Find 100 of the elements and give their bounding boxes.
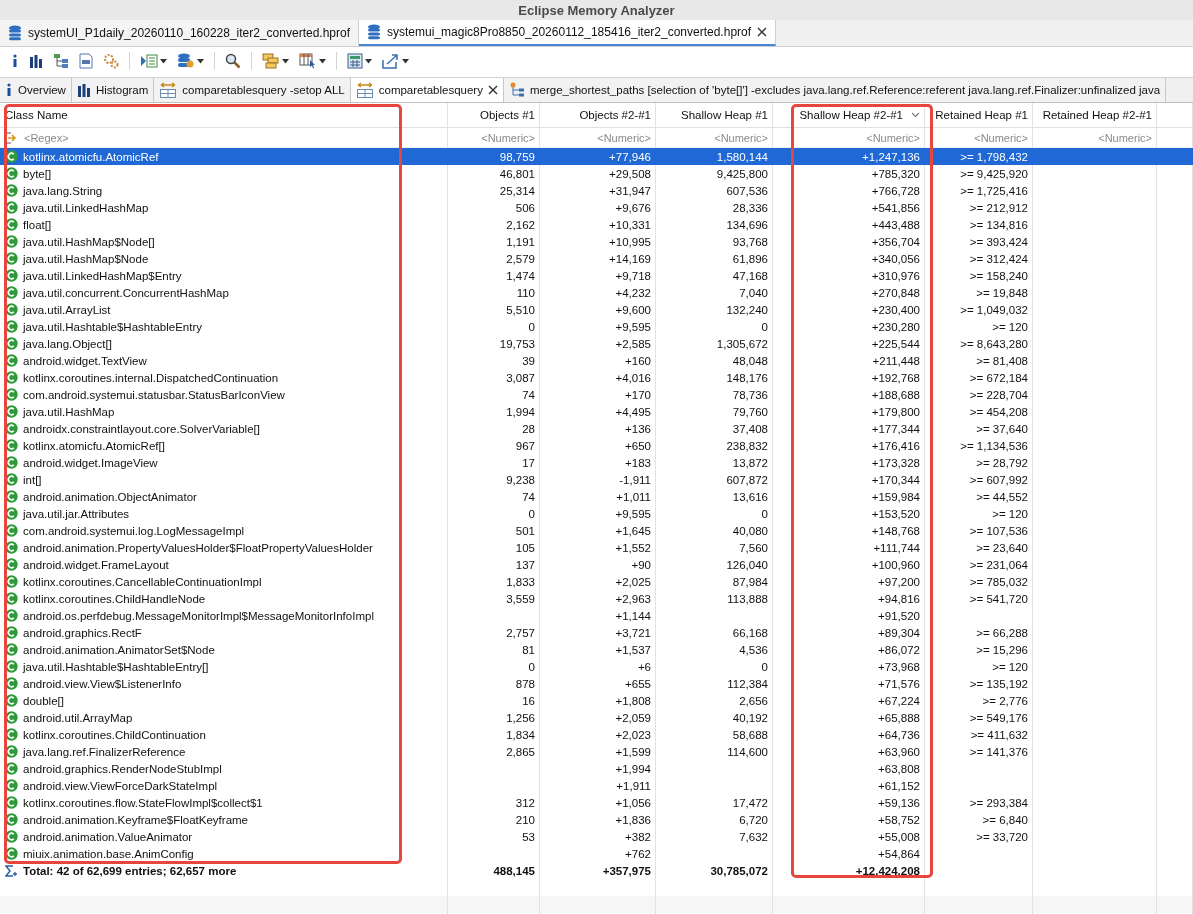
table-row[interactable]: java.util.Hashtable$HashtableEntry 0 +9,595 0 +230,280 >= 120 <box>0 318 1193 335</box>
table-row[interactable]: android.widget.ImageView 17 +183 13,872 +173,328 >= 28,792 <box>0 454 1193 471</box>
table-row[interactable]: java.util.Hashtable$HashtableEntry[] 0 +6 0 +73,968 >= 120 <box>0 658 1193 675</box>
close-icon[interactable] <box>487 85 498 95</box>
class-icon <box>5 303 18 316</box>
sum-icon <box>5 864 18 877</box>
table-cell: +1,836 <box>615 813 651 826</box>
table-row[interactable]: android.animation.PropertyValuesHolder$FloatPropertyValuesHolder 105 +1,552 7,560 +111,744 >= 23,640 <box>0 539 1193 556</box>
caret-icon[interactable] <box>365 58 372 64</box>
editor-tab[interactable]: systemUI_P1daily_20260110_160228_iter2_converted.hprof <box>0 20 359 46</box>
table-row[interactable]: java.util.jar.Attributes 0 +9,595 0 +153,520 >= 120 <box>0 505 1193 522</box>
search-icon[interactable] <box>225 53 241 69</box>
table-row[interactable]: android.animation.ObjectAnimator 74 +1,011 13,616 +159,984 >= 44,552 <box>0 488 1193 505</box>
table-row[interactable]: kotlinx.coroutines.internal.DispatchedContinuation 3,087 +4,016 148,176 +192,768 >= 672,184 <box>0 369 1193 386</box>
database-gear-icon[interactable] <box>177 53 195 69</box>
table-row[interactable]: android.widget.FrameLayout 137 +90 126,040 +100,960 >= 231,064 <box>0 556 1193 573</box>
table-cell: +230,400 <box>871 303 920 316</box>
filter-icon[interactable] <box>5 131 19 144</box>
caret-icon[interactable] <box>402 58 409 64</box>
table-cell: +160 <box>625 354 651 367</box>
table-row[interactable]: miuix.animation.base.AnimConfig +762 +54,864 <box>0 845 1193 862</box>
column-header[interactable]: Retained Heap #2-#1 <box>1033 103 1157 127</box>
table-cell: +61,152 <box>878 779 920 792</box>
table-row[interactable]: java.lang.Object[] 19,753 +2,585 1,305,672 +225,544 >= 8,643,280 <box>0 335 1193 352</box>
caret-icon[interactable] <box>160 58 167 64</box>
table-cell: +1,599 <box>615 745 651 758</box>
table-row[interactable]: java.lang.String 25,314 +31,947 607,536 +766,728 >= 1,725,416 <box>0 182 1193 199</box>
export-icon[interactable] <box>382 53 400 69</box>
table-row[interactable]: java.util.concurrent.ConcurrentHashMap 110 +4,232 7,040 +270,848 >= 19,848 <box>0 284 1193 301</box>
column-header[interactable]: Objects #1 <box>448 103 540 127</box>
table-row[interactable]: android.view.ViewForceDarkStateImpl +1,911 +61,152 <box>0 777 1193 794</box>
table-row[interactable]: androidx.constraintlayout.core.SolverVariable[] 28 +136 37,408 +177,344 >= 37,640 <box>0 420 1193 437</box>
table-row[interactable]: android.widget.TextView 39 +160 48,048 +211,448 >= 81,408 <box>0 352 1193 369</box>
table-row[interactable]: java.util.HashMap$Node 2,579 +14,169 61,896 +340,056 >= 312,424 <box>0 250 1193 267</box>
info-icon[interactable] <box>11 54 19 68</box>
caret-icon[interactable] <box>319 58 326 64</box>
table-row[interactable]: java.lang.ref.FinalizerReference 2,865 +1,599 114,600 +63,960 >= 141,376 <box>0 743 1193 760</box>
filter-field[interactable]: <Numeric> <box>1098 131 1152 144</box>
table-row[interactable]: java.util.HashMap$Node[] 1,191 +10,995 93,768 +356,704 >= 393,424 <box>0 233 1193 250</box>
table-row[interactable]: kotlinx.coroutines.ChildHandleNode 3,559 +2,963 113,888 +94,816 >= 541,720 <box>0 590 1193 607</box>
table-row[interactable]: android.util.ArrayMap 1,256 +2,059 40,192 +65,888 >= 549,176 <box>0 709 1193 726</box>
table-row[interactable]: double[] 16 +1,808 2,656 +67,224 >= 2,776 <box>0 692 1193 709</box>
column-header[interactable]: Objects #2-#1 <box>540 103 656 127</box>
bar-chart-icon[interactable] <box>76 83 91 97</box>
view-tab[interactable]: comparetablesquery <box>350 78 504 102</box>
table-cell: >= 785,032 <box>969 575 1028 588</box>
filter-field[interactable]: <Regex> <box>24 131 69 144</box>
table-pointer-icon[interactable] <box>299 53 317 69</box>
column-header[interactable]: Shallow Heap #1 <box>656 103 773 127</box>
table-row[interactable]: android.graphics.RenderNodeStubImpl +1,994 +63,808 <box>0 760 1193 777</box>
class-icon <box>5 252 18 265</box>
table-cell: 74 <box>522 490 535 503</box>
table-cell: +650 <box>625 439 651 452</box>
hierarchy-icon[interactable] <box>53 53 69 69</box>
filter-field[interactable]: <Numeric> <box>714 131 768 144</box>
table-cell: 16 <box>522 694 535 707</box>
table-cell: android.animation.ValueAnimator <box>23 830 193 843</box>
table-row[interactable]: java.util.LinkedHashMap$Entry 1,474 +9,718 47,168 +310,976 >= 158,240 <box>0 267 1193 284</box>
table-row[interactable]: android.os.perfdebug.MessageMonitorImpl$MessageMonitorInfoImpl +1,144 +91,520 <box>0 607 1193 624</box>
table-row[interactable]: int[] 9,238 -1,911 607,872 +170,344 >= 607,992 <box>0 471 1193 488</box>
table-cell: 878 <box>515 677 535 690</box>
table-cell: +71,576 <box>878 677 920 690</box>
table-row[interactable]: float[] 2,162 +10,331 134,696 +443,488 >= 134,816 <box>0 216 1193 233</box>
list-play-icon[interactable] <box>140 53 158 69</box>
total-cell: +357,975 <box>602 864 651 877</box>
table-row[interactable]: kotlinx.atomicfu.AtomicRef[] 967 +650 238,832 +176,416 >= 1,134,536 <box>0 437 1193 454</box>
table-cell: int[] <box>23 473 42 486</box>
table-row[interactable]: kotlinx.coroutines.CancellableContinuationImpl 1,833 +2,025 87,984 +97,200 >= 785,032 <box>0 573 1193 590</box>
table-row[interactable]: android.animation.Keyframe$FloatKeyframe 210 +1,836 6,720 +58,752 >= 6,840 <box>0 811 1193 828</box>
table-row[interactable]: java.util.HashMap 1,994 +4,495 79,760 +179,800 >= 454,208 <box>0 403 1193 420</box>
caret-icon[interactable] <box>197 58 204 64</box>
table-row[interactable]: android.animation.AnimatorSet$Node 81 +1,537 4,536 +86,072 >= 15,296 <box>0 641 1193 658</box>
column-header[interactable]: Retained Heap #1 <box>925 103 1033 127</box>
table-cell: +14,169 <box>609 252 651 265</box>
table-cell: >= 120 <box>992 660 1028 673</box>
table-row[interactable]: java.util.ArrayList 5,510 +9,600 132,240 +230,400 >= 1,049,032 <box>0 301 1193 318</box>
editor-tab[interactable]: systemui_magic8Pro8850_20260112_185416_iter2_converted.hprof <box>359 20 777 46</box>
caret-icon[interactable] <box>282 58 289 64</box>
table-row[interactable]: android.graphics.RectF 2,757 +3,721 66,168 +89,304 >= 66,288 <box>0 624 1193 641</box>
table-cell: kotlinx.coroutines.flow.StateFlowImpl$collect$1 <box>23 796 263 809</box>
filter-field[interactable]: <Numeric> <box>974 131 1028 144</box>
table-row[interactable]: java.util.LinkedHashMap 506 +9,676 28,336 +541,856 >= 212,912 <box>0 199 1193 216</box>
query-document-icon[interactable] <box>79 53 93 69</box>
filter-field[interactable]: <Numeric> <box>597 131 651 144</box>
table-row[interactable]: android.animation.ValueAnimator 53 +382 7,632 +55,008 >= 33,720 <box>0 828 1193 845</box>
close-icon[interactable] <box>757 27 768 37</box>
table-cell: java.util.HashMap$Node[] <box>23 235 155 248</box>
table-row[interactable]: com.android.systemui.statusbar.StatusBarIconView 74 +170 78,736 +188,688 >= 228,704 <box>0 386 1193 403</box>
filter-field[interactable]: <Numeric> <box>481 131 535 144</box>
table-row[interactable]: kotlinx.atomicfu.AtomicRef 98,759 +77,946 1,580,144 +1,247,136 >= 1,798,432 <box>0 148 1193 165</box>
filter-field[interactable]: <Numeric> <box>866 131 920 144</box>
table-row[interactable]: kotlinx.coroutines.flow.StateFlowImpl$collect$1 312 +1,056 17,472 +59,136 >= 293,384 <box>0 794 1193 811</box>
table-row[interactable]: com.android.systemui.log.LogMessageImpl 501 +1,645 40,080 +148,768 >= 107,536 <box>0 522 1193 539</box>
table-row[interactable]: byte[] 46,801 +29,508 9,425,800 +785,320 >= 9,425,920 <box>0 165 1193 182</box>
table-row[interactable]: android.view.View$ListenerInfo 878 +655 112,384 +71,576 >= 135,192 <box>0 675 1193 692</box>
info-icon[interactable] <box>5 83 13 97</box>
column-header[interactable]: Shallow Heap #2-#1 <box>773 103 925 127</box>
table-row[interactable]: kotlinx.coroutines.ChildContinuation 1,834 +2,023 58,688 +64,736 >= 411,632 <box>0 726 1193 743</box>
table-cell: >= 1,134,536 <box>960 439 1028 452</box>
bar-chart-icon[interactable] <box>29 54 43 68</box>
